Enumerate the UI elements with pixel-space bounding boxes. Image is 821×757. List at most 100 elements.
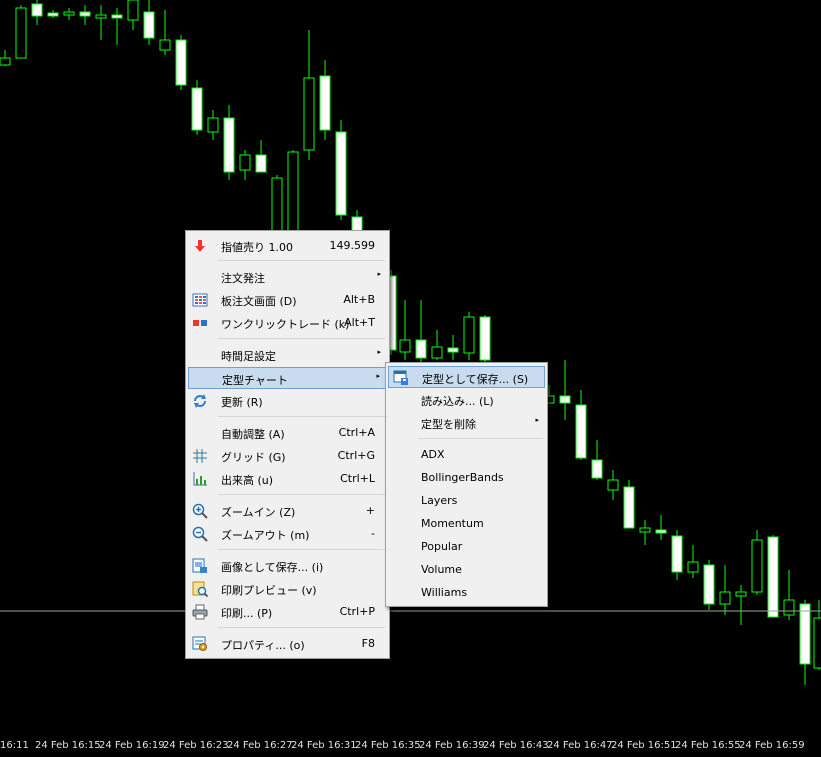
grid-icon — [193, 449, 207, 463]
time-label: 24 Feb 16:59 — [739, 740, 805, 751]
zoom-out-item[interactable]: ズームアウト (m) - — [188, 523, 387, 545]
save-image-icon — [192, 558, 207, 573]
candle-body — [799, 603, 811, 665]
template-submenu: 定型として保存... (S) 読み込み... (L) 定型を削除 ▸ ADX B… — [385, 362, 548, 607]
candle-body — [415, 339, 427, 359]
candle-body — [335, 131, 347, 216]
candle-body — [0, 57, 11, 66]
time-label: 16:11 — [0, 740, 29, 751]
candle-body — [719, 591, 731, 605]
grid-item[interactable]: グリッド (G) Ctrl+G — [188, 445, 387, 467]
candle-body — [623, 486, 635, 529]
template-bollingerbands[interactable]: BollingerBands — [388, 467, 545, 489]
candle-body — [47, 12, 59, 17]
time-label: 24 Feb 16:47 — [547, 740, 613, 751]
candle-body — [319, 75, 331, 131]
delete-template-item[interactable]: 定型を削除 ▸ — [388, 412, 545, 434]
submenu-arrow-icon: ▸ — [535, 416, 539, 424]
candle-body — [783, 599, 795, 616]
candle-body — [239, 154, 251, 171]
candle-body — [479, 316, 491, 361]
time-label: 24 Feb 16:51 — [611, 740, 677, 751]
candle-body — [813, 617, 821, 669]
zoom-in-item[interactable]: ズームイン (Z) + — [188, 500, 387, 522]
print-preview-item[interactable]: 印刷プレビュー (v) — [188, 578, 387, 600]
candle-body — [191, 87, 203, 131]
timeframe-item[interactable]: 時間足設定 ▸ — [188, 344, 387, 366]
template-momentum[interactable]: Momentum — [388, 513, 545, 535]
candle-body — [703, 564, 715, 605]
candle-body — [303, 77, 315, 151]
place-order-item[interactable]: 注文発注 ▸ — [188, 266, 387, 288]
refresh-icon — [194, 394, 206, 408]
candle-body — [671, 535, 683, 573]
refresh-item[interactable]: 更新 (R) — [188, 390, 387, 412]
time-label: 24 Feb 16:55 — [675, 740, 741, 751]
print-preview-icon — [192, 581, 208, 597]
candle-body — [447, 347, 459, 353]
candle-body — [79, 11, 91, 17]
candle-body — [607, 479, 619, 491]
candle-body — [687, 561, 699, 573]
candle-body — [63, 11, 75, 16]
candle-body — [255, 154, 267, 173]
candle-body — [143, 11, 155, 39]
template-volume[interactable]: Volume — [388, 559, 545, 581]
save-template-item[interactable]: 定型として保存... (S) — [388, 366, 545, 388]
properties-icon — [192, 636, 207, 651]
time-label: 24 Feb 16:43 — [483, 740, 549, 751]
time-label: 24 Feb 16:31 — [291, 740, 357, 751]
candle-body — [271, 177, 283, 233]
save-image-item[interactable]: 画像として保存... (i) — [188, 555, 387, 577]
order-board-item[interactable]: 板注文画面 (D) Alt+B — [188, 289, 387, 311]
time-label: 24 Feb 16:39 — [419, 740, 485, 751]
save-template-icon — [393, 370, 408, 385]
submenu-arrow-icon: ▸ — [377, 270, 381, 278]
time-label: 24 Feb 16:23 — [163, 740, 229, 751]
order-board-icon — [192, 293, 208, 307]
candle-body — [223, 117, 235, 173]
candle-body — [175, 39, 187, 86]
properties-item[interactable]: プロパティ... (o) F8 — [188, 633, 387, 655]
candle-body — [287, 151, 299, 233]
candle-body — [751, 539, 763, 593]
zoom-out-icon — [192, 526, 208, 542]
candle-body — [655, 529, 667, 534]
candle-body — [95, 14, 107, 19]
load-template-item[interactable]: 読み込み... (L) — [388, 389, 545, 411]
candle-body — [735, 591, 747, 597]
template-adx[interactable]: ADX — [388, 444, 545, 466]
time-label: 24 Feb 16:27 — [227, 740, 293, 751]
candle-body — [767, 536, 779, 618]
candle-body — [159, 39, 171, 51]
chart-context-menu: 指値売り 1.00 149.599 注文発注 ▸ 板注文画面 (D) Alt+B… — [185, 230, 390, 659]
candle-body — [15, 7, 27, 59]
candle-body — [559, 395, 571, 404]
one-click-trading-icon — [193, 320, 207, 326]
candle-body — [207, 117, 219, 133]
time-label: 24 Feb 16:19 — [99, 740, 165, 751]
candle-body — [431, 346, 443, 359]
template-popular[interactable]: Popular — [388, 536, 545, 558]
template-williams[interactable]: Williams — [388, 582, 545, 604]
templates-item[interactable]: 定型チャート ▸ — [188, 367, 387, 389]
one-click-trading-item[interactable]: ワンクリックトレード (k) Alt+T — [188, 312, 387, 334]
candle-body — [399, 339, 411, 353]
candle-body — [575, 404, 587, 459]
candle-body — [463, 316, 475, 354]
candle-body — [591, 459, 603, 479]
red-down-arrow-icon — [195, 240, 205, 252]
candle-body — [639, 527, 651, 533]
submenu-arrow-icon: ▸ — [377, 348, 381, 356]
candle-body — [127, 0, 139, 21]
autoscroll-item[interactable]: 自動調整 (A) Ctrl+A — [188, 422, 387, 444]
print-item[interactable]: 印刷... (P) Ctrl+P — [188, 601, 387, 623]
volume-icon — [193, 472, 207, 486]
printer-icon — [192, 604, 208, 620]
submenu-arrow-icon: ▸ — [376, 372, 380, 380]
template-layers[interactable]: Layers — [388, 490, 545, 512]
volume-item[interactable]: 出来高 (u) Ctrl+L — [188, 468, 387, 490]
time-label: 24 Feb 16:35 — [355, 740, 421, 751]
sell-limit-item[interactable]: 指値売り 1.00 149.599 — [188, 235, 387, 257]
candle-body — [31, 3, 43, 17]
